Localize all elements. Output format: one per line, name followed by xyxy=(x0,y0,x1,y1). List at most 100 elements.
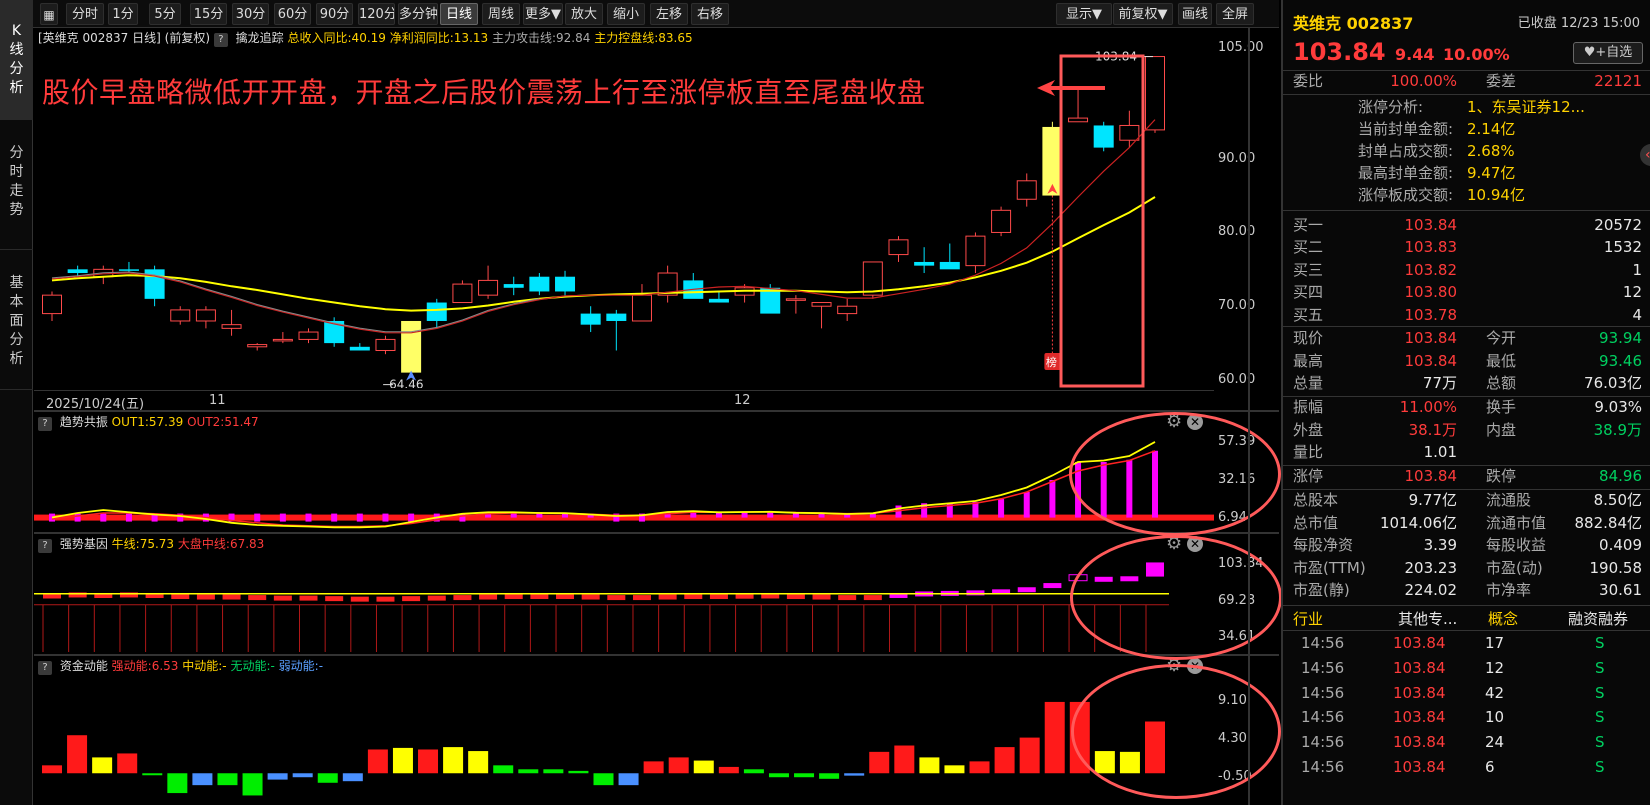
trend-bar-small xyxy=(74,513,81,522)
period-button-0[interactable]: 分时 xyxy=(66,3,104,25)
volume: 6 xyxy=(1485,758,1495,776)
grid-icon[interactable]: ▦ xyxy=(40,3,58,25)
annotation: 股价早盘略微低开开盘，开盘之后股价震荡上行至涨停板直至尾盘收盘 xyxy=(42,76,926,109)
gene-bar xyxy=(530,594,549,600)
period-button-13[interactable]: 缩小 xyxy=(607,3,645,25)
toolbar-right-button-1[interactable]: 前复权▼ xyxy=(1113,3,1173,25)
gene-bar xyxy=(350,596,369,602)
value: 103.84 xyxy=(1404,467,1458,485)
price: 103.84 xyxy=(1393,634,1446,652)
price: 103.83 xyxy=(1404,238,1458,257)
toolbar-right-button-2[interactable]: 画线 xyxy=(1178,3,1212,25)
quote-tab-2[interactable]: 概念 xyxy=(1488,608,1518,629)
quote-tab-3[interactable]: 融资融券 xyxy=(1568,608,1628,629)
value: 1、东吴证券12... xyxy=(1467,98,1585,116)
period-button-9[interactable]: 日线 xyxy=(440,3,478,25)
help-icon[interactable]: ? xyxy=(38,661,52,675)
panel1-name: 趋势共振 xyxy=(59,415,108,429)
period-button-11[interactable]: 更多▼ xyxy=(523,3,563,25)
period-button-1[interactable]: 1分 xyxy=(108,3,138,25)
quote-tab-0[interactable]: 行业 xyxy=(1293,608,1323,629)
trend-bar xyxy=(1023,492,1030,518)
value: 0.409 xyxy=(1599,536,1642,555)
gene-bar xyxy=(812,594,831,600)
candle xyxy=(708,298,729,303)
toolbar-right-button-3[interactable]: 全屏 xyxy=(1216,3,1254,25)
period-button-15[interactable]: 右移 xyxy=(691,3,729,25)
label: 市盈(动) xyxy=(1486,558,1543,577)
quote-row: 外盘 38.1万 内盘 38.9万 xyxy=(1283,419,1650,442)
last-price: 103.84 xyxy=(1293,38,1386,66)
volume: 12 xyxy=(1485,658,1505,677)
month-11: 11 xyxy=(209,393,226,408)
chart-area[interactable]: [英维克 002837 日线] (前复权) ? 擒龙追踪 总收入同比:40.19… xyxy=(34,28,1282,805)
quote-tab-1[interactable]: 其他专... xyxy=(1398,608,1457,629)
revenue-yoy: 总收入同比:40.19 xyxy=(287,31,386,45)
help-icon[interactable]: ? xyxy=(213,33,228,47)
gene-bar xyxy=(786,594,805,600)
label: 市盈(TTM) xyxy=(1293,558,1366,577)
side-tab-2[interactable]: 基本面分析 xyxy=(0,250,33,390)
toolbar-right-button-0[interactable]: 显示▼ xyxy=(1056,3,1112,25)
quote-row: 最高 103.84 最低 93.46 xyxy=(1283,350,1650,373)
limit-analysis-row: 当前封单金额: 2.14亿 xyxy=(1283,118,1650,141)
period-button-8[interactable]: 多分钟 xyxy=(398,3,438,25)
limit-row: 涨停 103.84 跌停 84.96 xyxy=(1283,465,1650,488)
volume: 4 xyxy=(1632,305,1642,324)
period-button-4[interactable]: 30分 xyxy=(232,3,269,25)
gene-bar xyxy=(376,596,395,602)
value: 10.94亿 xyxy=(1467,186,1525,204)
momentum-bar xyxy=(919,757,940,774)
quote-panel: 英维克 002837 已收盘 12/23 15:00 103.84 9.44 1… xyxy=(1281,0,1650,805)
momentum-bar xyxy=(969,761,990,774)
value: 9.03% xyxy=(1594,398,1642,416)
label: 流通股 xyxy=(1486,491,1532,509)
gene-bar xyxy=(1017,587,1036,593)
candle xyxy=(939,261,960,270)
low-price-label: 64.46 xyxy=(389,378,423,388)
panel3-none: 无动能:- xyxy=(230,659,275,673)
side-tab-1[interactable]: 分时走势 xyxy=(0,120,33,250)
period-button-10[interactable]: 周线 xyxy=(482,3,520,25)
fund-momentum-chart[interactable] xyxy=(34,674,1214,805)
momentum-bar xyxy=(242,773,263,796)
label: 最高封单金额: xyxy=(1358,164,1454,182)
period-button-2[interactable]: 5分 xyxy=(149,3,181,25)
price: 103.84 xyxy=(1393,708,1446,727)
price: 103.84 xyxy=(1393,658,1446,677)
time: 14:56 xyxy=(1301,683,1345,702)
volume: 12 xyxy=(1622,283,1642,302)
period-button-14[interactable]: 左移 xyxy=(650,3,688,25)
period-button-6[interactable]: 90分 xyxy=(316,3,353,25)
value: 77万 xyxy=(1422,374,1457,392)
side-tab-0[interactable]: K线分析 xyxy=(0,0,33,120)
panel3-info: ? 资金动能 强动能:6.53 中动能:- 无动能:- 弱动能:- xyxy=(34,656,534,676)
bid-row: 买一 103.84 20572 xyxy=(1283,214,1650,237)
momentum-bar xyxy=(543,769,564,774)
period-button-7[interactable]: 120分 xyxy=(358,3,395,25)
label: 涨停 xyxy=(1293,467,1324,485)
candle xyxy=(1119,124,1140,141)
out1-line xyxy=(51,441,1156,529)
volume: 1532 xyxy=(1603,238,1642,257)
label: 总股本 xyxy=(1293,491,1339,509)
trend-bar-small xyxy=(305,513,312,522)
strong-gene-chart[interactable] xyxy=(34,552,1214,652)
label: 内盘 xyxy=(1486,420,1517,439)
momentum-bar xyxy=(593,773,614,786)
help-icon[interactable]: ? xyxy=(38,539,52,553)
period-button-12[interactable]: 放大 xyxy=(565,3,603,25)
momentum-bar xyxy=(1019,737,1040,774)
help-icon[interactable]: ? xyxy=(38,417,52,431)
value: 38.9万 xyxy=(1593,420,1642,439)
tick-row: 14:56 103.84 24 S xyxy=(1283,731,1650,754)
period-button-3[interactable]: 15分 xyxy=(190,3,227,25)
period-button-5[interactable]: 60分 xyxy=(274,3,311,25)
fundamental-row: 市盈(TTM) 203.23 市盈(动) 190.58 xyxy=(1283,557,1650,580)
trend-resonance-chart[interactable] xyxy=(34,430,1214,530)
volume: 17 xyxy=(1485,634,1505,652)
bid-row: 买二 103.83 1532 xyxy=(1283,236,1650,259)
add-watchlist-button[interactable]: ♥+自选 xyxy=(1573,42,1643,64)
candle xyxy=(118,269,139,271)
limit-analysis-row: 涨停分析: 1、东吴证券12... xyxy=(1283,96,1650,119)
